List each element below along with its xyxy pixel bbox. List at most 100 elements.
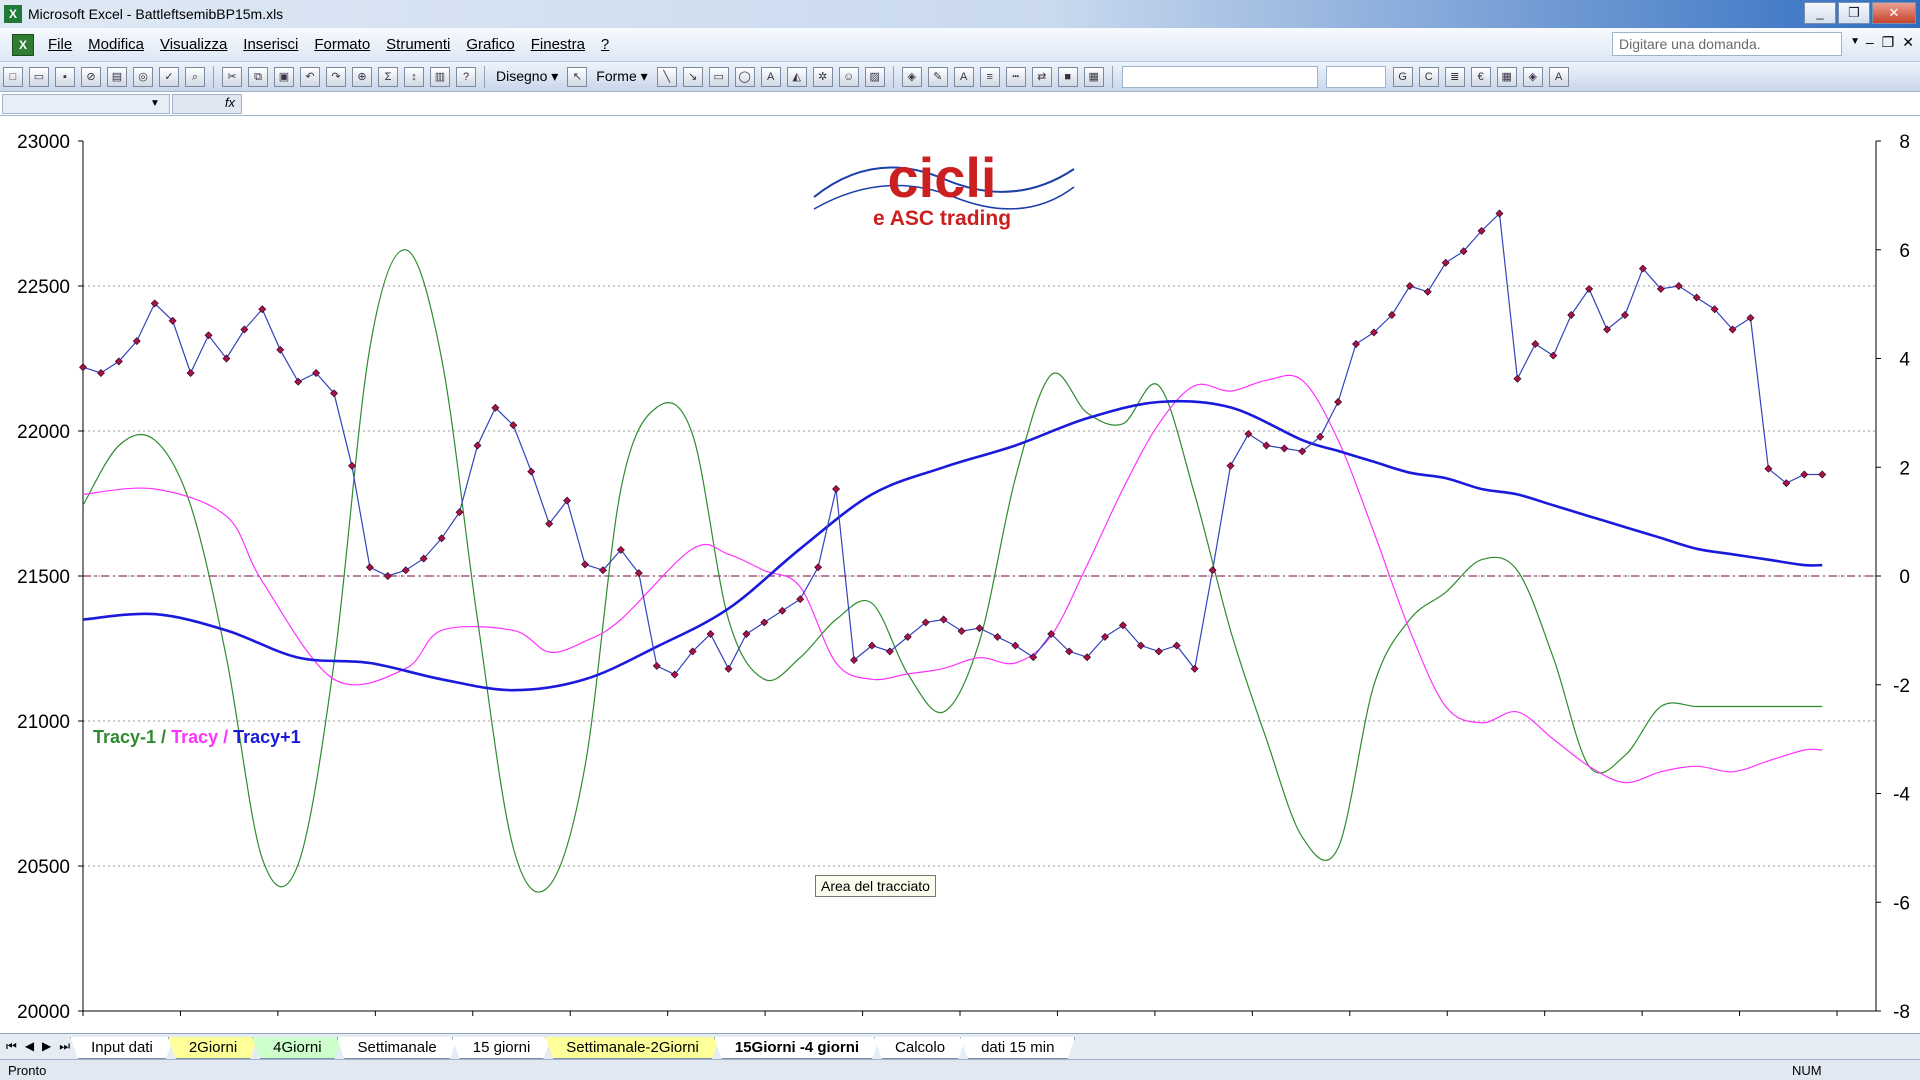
bold-button[interactable]: G — [1392, 66, 1413, 87]
status-text: Pronto — [8, 1063, 47, 1078]
price-marker — [1262, 441, 1271, 450]
price-marker — [957, 627, 966, 636]
mdi-minimize-button[interactable]: – — [1866, 34, 1874, 51]
price-marker — [383, 572, 392, 580]
dash-style-icon[interactable]: ┅ — [1005, 66, 1026, 87]
clipart-icon[interactable]: ☺ — [838, 66, 859, 87]
restore-button[interactable]: ❐ — [1838, 2, 1870, 24]
help-icon[interactable]: ? — [456, 66, 476, 87]
fill-color-icon[interactable]: ◈ — [901, 66, 922, 87]
hyperlink-icon[interactable]: ⊕ — [352, 66, 372, 87]
price-marker — [79, 363, 87, 372]
chart-wizard-icon[interactable]: ▥ — [430, 66, 450, 87]
spelling-icon[interactable]: ✓ — [159, 66, 179, 87]
rectangle-icon[interactable]: ▭ — [708, 66, 729, 87]
price-marker — [832, 485, 841, 493]
sheet-tab[interactable]: 2Giorni — [168, 1037, 258, 1059]
close-button[interactable]: ✕ — [1872, 2, 1916, 24]
new-icon[interactable]: □ — [3, 66, 23, 87]
select-pointer-icon[interactable]: ↖ — [567, 66, 588, 87]
menu-strumenti[interactable]: Strumenti — [378, 36, 458, 53]
font-name-combo[interactable] — [1121, 65, 1318, 88]
print-preview-icon[interactable]: ◎ — [133, 66, 153, 87]
copy-icon[interactable]: ⧉ — [248, 66, 268, 87]
borders-icon[interactable]: ▦ — [1496, 66, 1517, 87]
sheet-tab[interactable]: Settimanale — [337, 1037, 458, 1059]
sheet-tab[interactable]: Calcolo — [874, 1037, 966, 1059]
left-tick-label: 20500 — [17, 857, 70, 878]
oval-icon[interactable]: ◯ — [734, 66, 755, 87]
euro-button[interactable]: € — [1470, 66, 1491, 87]
menu-grafico[interactable]: Grafico — [458, 36, 522, 53]
arrow-style-icon[interactable]: ⇄ — [1031, 66, 1052, 87]
line-style-icon[interactable]: ≡ — [979, 66, 1000, 87]
open-icon[interactable]: ▭ — [29, 66, 49, 87]
toolbar: □ ▭ ▪ ⊘ ▤ ◎ ✓ ⌕ ✂ ⧉ ▣ ↶ ↷ ⊕ Σ ↕ ▥ ? Dise… — [0, 62, 1920, 92]
research-icon[interactable]: ⌕ — [185, 66, 205, 87]
3d-icon[interactable]: ▦ — [1083, 66, 1104, 87]
menu-inserisci[interactable]: Inserisci — [235, 36, 306, 53]
price-marker — [96, 369, 105, 377]
menu-modifica[interactable]: Modifica — [80, 36, 152, 53]
redo-icon[interactable]: ↷ — [326, 66, 346, 87]
font-color-icon[interactable]: A — [1548, 66, 1569, 87]
sort-icon[interactable]: ↕ — [404, 66, 424, 87]
shadow-icon[interactable]: ■ — [1057, 66, 1078, 87]
font-size-combo[interactable] — [1325, 65, 1386, 88]
chevron-down-icon[interactable]: ▼ — [150, 98, 160, 109]
minimize-button[interactable]: _ — [1804, 2, 1836, 24]
sheet-tab[interactable]: 4Giorni — [252, 1037, 342, 1059]
cut-icon[interactable]: ✂ — [222, 66, 242, 87]
textbox-icon[interactable]: A — [760, 66, 781, 87]
paste-icon[interactable]: ▣ — [274, 66, 294, 87]
ask-question-input[interactable]: Digitare una domanda. — [1612, 32, 1842, 56]
left-tick-label: 20000 — [17, 1002, 70, 1023]
menu-formato[interactable]: Formato — [306, 36, 378, 53]
autosum-icon[interactable]: Σ — [378, 66, 398, 87]
mdi-restore-button[interactable]: ❐ — [1882, 34, 1895, 51]
chart-area[interactable]: 20000 20500 21000 21500 22000 22500 23000 -8 -6 -… — [0, 117, 1920, 1033]
price-marker — [1585, 284, 1594, 293]
wordart-icon[interactable]: ◭ — [786, 66, 807, 87]
sheet-tab[interactable]: 15 giorni — [452, 1037, 552, 1059]
save-icon[interactable]: ▪ — [55, 66, 75, 87]
align-icon[interactable]: ≣ — [1444, 66, 1465, 87]
menu-help[interactable]: ? — [593, 36, 617, 53]
line-icon[interactable]: ╲ — [656, 66, 677, 87]
sheet-tab[interactable]: 15Giorni -4 giorni — [714, 1037, 880, 1059]
first-sheet-button[interactable]: ⏮ — [6, 1039, 17, 1054]
price-marker — [1423, 287, 1432, 296]
price-marker — [1549, 351, 1558, 360]
menu-file[interactable]: File — [40, 36, 80, 53]
undo-icon[interactable]: ↶ — [300, 66, 320, 87]
disegno-dropdown[interactable]: Disegno ▾ — [490, 68, 564, 85]
sheet-tab[interactable]: Settimanale-2Giorni — [545, 1037, 720, 1059]
next-sheet-button[interactable]: ▶ — [42, 1039, 51, 1054]
italic-button[interactable]: C — [1418, 66, 1439, 87]
left-tick-label: 21500 — [17, 567, 70, 588]
forme-dropdown[interactable]: Forme ▾ — [590, 68, 653, 85]
insert-function-button[interactable]: fx — [172, 94, 242, 114]
fill-color-icon[interactable]: ◈ — [1522, 66, 1543, 87]
arrow-icon[interactable]: ↘ — [682, 66, 703, 87]
prev-sheet-button[interactable]: ◀ — [25, 1039, 34, 1054]
right-tick-label: 2 — [1899, 458, 1910, 479]
chart-svg[interactable]: 20000 20500 21000 21500 22000 22500 23000 -8 -6 -… — [0, 117, 1920, 1033]
sheet-tab[interactable]: dati 15 min — [960, 1037, 1075, 1059]
sheet-tab[interactable]: Input dati — [70, 1037, 174, 1059]
picture-icon[interactable]: ▨ — [864, 66, 885, 87]
diagram-icon[interactable]: ✲ — [812, 66, 833, 87]
menu-finestra[interactable]: Finestra — [523, 36, 593, 53]
price-marker — [473, 441, 482, 450]
line-color-icon[interactable]: ✎ — [927, 66, 948, 87]
last-sheet-button[interactable]: ⏭ — [59, 1039, 70, 1054]
excel-icon: X — [4, 5, 22, 23]
chevron-down-icon[interactable]: ▼ — [1850, 36, 1860, 47]
print-icon[interactable]: ▤ — [107, 66, 127, 87]
permission-icon[interactable]: ⊘ — [81, 66, 101, 87]
name-box[interactable] — [2, 94, 170, 114]
workbook-icon[interactable]: X — [12, 33, 34, 56]
menu-visualizza[interactable]: Visualizza — [152, 36, 235, 53]
font-color-icon[interactable]: A — [953, 66, 974, 87]
mdi-close-button[interactable]: ✕ — [1902, 34, 1914, 51]
